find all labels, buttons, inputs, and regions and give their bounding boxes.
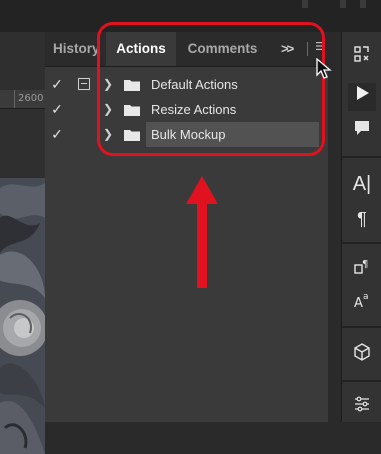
red-highlight-outline: [97, 22, 325, 156]
svg-text:A: A: [354, 296, 363, 310]
ruler-label: 2600: [18, 93, 44, 104]
red-up-arrow-icon: [184, 176, 220, 293]
paragraph-styles-icon[interactable]: A a: [348, 290, 376, 318]
3d-cube-icon[interactable]: [348, 342, 376, 370]
adjustments-icon[interactable]: [348, 394, 376, 422]
tab-history[interactable]: History: [53, 32, 99, 66]
history-brush-icon[interactable]: [348, 44, 376, 72]
play-icon[interactable]: [348, 83, 376, 111]
svg-text:a: a: [363, 292, 369, 302]
dialog-toggle-icon[interactable]: [78, 78, 90, 90]
character-styles-icon[interactable]: ¶: [348, 256, 376, 284]
checkmark-icon[interactable]: ✓: [50, 124, 64, 144]
toolbar-separator: [342, 242, 381, 244]
svg-text:¶: ¶: [362, 259, 368, 270]
strip-marker: [340, 0, 346, 8]
toolbar-separator: [342, 380, 381, 382]
strip-marker: [302, 0, 308, 8]
checkmark-icon[interactable]: ✓: [50, 74, 64, 94]
toolbar-separator: [342, 156, 381, 158]
checkmark-icon[interactable]: ✓: [50, 99, 64, 119]
canvas-artwork-image: [0, 178, 45, 454]
toolbar-separator: [342, 326, 381, 328]
right-toolbar: A| ¶ ¶ A a: [341, 32, 381, 422]
paragraph-icon[interactable]: ¶: [348, 205, 376, 233]
horizontal-ruler: 2600: [0, 90, 45, 109]
strip-marker: [360, 0, 366, 8]
mouse-cursor-icon: [316, 57, 332, 85]
document-canvas[interactable]: 2600: [0, 32, 45, 454]
type-icon[interactable]: A|: [348, 170, 376, 198]
comment-icon[interactable]: [348, 118, 376, 146]
ruler-tick: [14, 90, 15, 108]
